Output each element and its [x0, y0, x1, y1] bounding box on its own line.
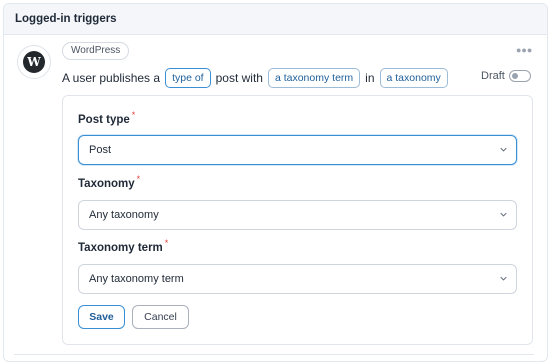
wordpress-logo-icon: W — [17, 45, 51, 79]
integration-tag: WordPress — [62, 42, 130, 60]
post-type-label: Post type * — [78, 110, 136, 126]
trigger-options-card: Post type * Post Taxonomy * Any taxonomy T… — [62, 95, 533, 345]
taxonomy-term-value: Any taxonomy term — [89, 273, 184, 285]
required-indicator: * — [136, 174, 141, 184]
required-indicator: * — [164, 238, 169, 248]
divider — [14, 354, 534, 355]
cancel-button[interactable]: Cancel — [132, 305, 189, 329]
taxonomy-term-token[interactable]: a taxonomy term — [267, 68, 361, 88]
post-type-select[interactable]: Post — [78, 135, 517, 165]
post-type-value: Post — [89, 144, 112, 156]
wordpress-logo-letter: W — [23, 51, 45, 73]
more-horizontal-icon[interactable]: ●●● — [516, 45, 532, 55]
taxonomy-value: Any taxonomy — [89, 209, 159, 221]
status-toggle[interactable] — [509, 70, 531, 82]
trigger-sentence: A user publishes a type of post with a t… — [62, 68, 453, 88]
taxonomy-term-label: Taxonomy term * — [78, 238, 169, 254]
chevron-down-icon — [500, 147, 507, 152]
status-label: Draft — [481, 70, 505, 82]
sentence-text: post with — [215, 71, 263, 85]
required-indicator: * — [131, 110, 136, 120]
post-type-token[interactable]: type of — [165, 68, 211, 88]
chevron-down-icon — [500, 212, 507, 217]
taxonomy-label: Taxonomy * — [78, 174, 141, 190]
panel-title: Logged-in triggers — [15, 13, 117, 25]
sentence-text: A user publishes a — [62, 71, 161, 85]
taxonomy-select[interactable]: Any taxonomy — [78, 200, 517, 230]
toggle-knob — [512, 73, 518, 79]
taxonomy-term-select[interactable]: Any taxonomy term — [78, 264, 517, 294]
save-button[interactable]: Save — [78, 305, 125, 329]
sentence-text: in — [365, 71, 375, 85]
taxonomy-token[interactable]: a taxonomy — [379, 68, 448, 88]
panel-header: Logged-in triggers — [4, 4, 547, 35]
chevron-down-icon — [500, 276, 507, 281]
